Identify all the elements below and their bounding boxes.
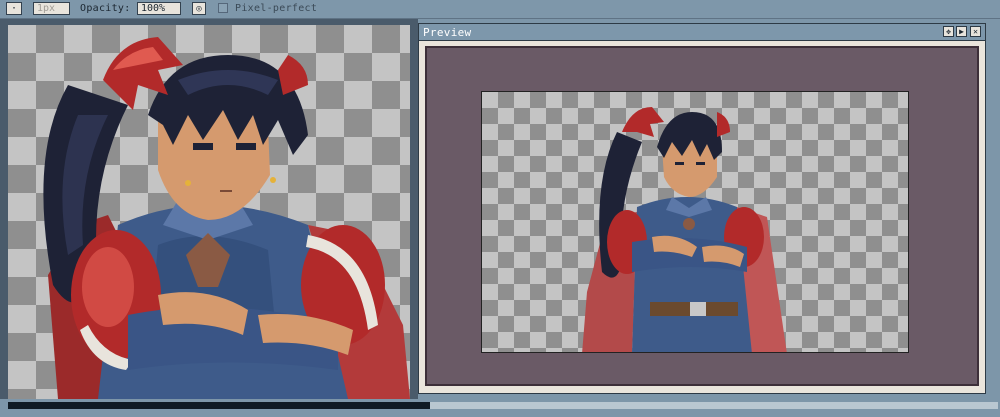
brush-shape-button[interactable]: · (6, 2, 22, 15)
scrollbar-thumb[interactable] (8, 402, 430, 409)
preview-titlebar[interactable]: Preview ✥ ▶ ✕ (419, 24, 985, 41)
preview-canvas (481, 91, 909, 353)
character-sprite-zoomed (43, 37, 410, 399)
brush-size-input[interactable]: 1px (33, 2, 70, 15)
brush-toolbar: · 1px Opacity: 100% ◎ Pixel-perfect (0, 0, 1000, 19)
center-icon: ✥ (946, 27, 951, 36)
opacity-label: Opacity: (80, 3, 131, 14)
character-sprite-preview (582, 107, 787, 352)
sprite-canvas[interactable] (8, 25, 410, 399)
preview-play-button[interactable]: ▶ (956, 26, 967, 37)
pixel-perfect-checkbox[interactable] (218, 3, 228, 13)
preview-viewport[interactable] (425, 46, 979, 386)
preview-window[interactable]: Preview ✥ ▶ ✕ (418, 23, 986, 394)
preview-close-button[interactable]: ✕ (970, 26, 981, 37)
pixel-perfect-label: Pixel-perfect (235, 3, 318, 14)
ink-mode-button[interactable]: ◎ (192, 2, 206, 15)
preview-title: Preview (423, 26, 472, 39)
scrollbar-remaining-track (430, 402, 998, 409)
close-icon: ✕ (973, 27, 978, 36)
play-icon: ▶ (959, 27, 964, 36)
brush-dot-icon: · (10, 3, 18, 14)
workspace-edge (986, 23, 1000, 394)
horizontal-scrollbar[interactable] (0, 399, 1000, 417)
ink-icon: ◎ (196, 4, 202, 14)
preview-center-button[interactable]: ✥ (943, 26, 954, 37)
opacity-input[interactable]: 100% (137, 2, 181, 15)
editor-area (0, 19, 418, 399)
